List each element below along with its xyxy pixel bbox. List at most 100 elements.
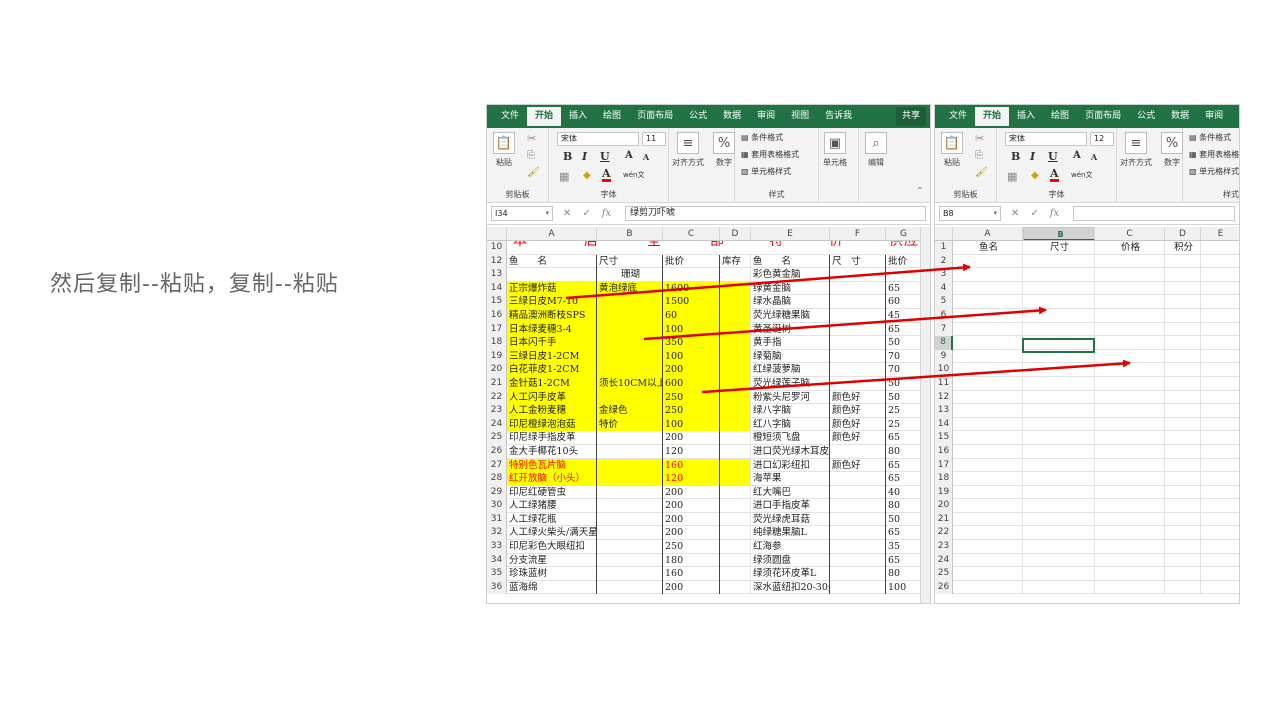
row-header[interactable]: 13 — [935, 404, 953, 418]
cell-c[interactable]: 200 — [663, 580, 720, 595]
grow-font-button[interactable]: A — [625, 150, 633, 161]
row-header[interactable]: 36 — [487, 580, 507, 595]
cell-g[interactable]: 25 — [886, 404, 922, 418]
cut-icon[interactable]: ✂ — [527, 132, 536, 145]
cell-a[interactable] — [953, 512, 1023, 527]
column-header-B[interactable]: B — [597, 227, 663, 240]
cell-c[interactable] — [1095, 485, 1165, 500]
cell-b[interactable] — [1023, 268, 1095, 282]
cell-a[interactable] — [953, 580, 1023, 595]
format-painter-icon[interactable]: 🖌 — [975, 167, 988, 178]
column-header-E[interactable]: E — [751, 227, 830, 240]
cell-a[interactable]: 鱼名 — [953, 241, 1023, 255]
cell-a[interactable] — [953, 376, 1023, 391]
cell-b[interactable] — [597, 553, 663, 568]
row-header[interactable]: 10 — [935, 363, 953, 377]
cell-a[interactable]: 白花菲皮1-2CM — [507, 363, 597, 377]
cell-b[interactable] — [1023, 390, 1095, 405]
cell-c[interactable] — [1095, 322, 1165, 337]
cell-c[interactable] — [1095, 349, 1165, 364]
tab-3[interactable]: 绘图 — [595, 107, 629, 126]
cell-d[interactable] — [1165, 499, 1201, 513]
row-header[interactable]: 35 — [487, 567, 507, 581]
selected-cell[interactable] — [1022, 338, 1095, 353]
paste-button[interactable]: 📋 粘贴 — [493, 132, 515, 168]
cell-g[interactable]: 70 — [886, 349, 922, 364]
cell-a[interactable] — [953, 295, 1023, 309]
cell-g[interactable]: 50 — [886, 390, 922, 405]
cell-c[interactable] — [1095, 254, 1165, 269]
shrink-font-button[interactable]: A — [643, 152, 649, 162]
row-header[interactable]: 18 — [935, 472, 953, 486]
row-header[interactable]: 18 — [487, 336, 507, 350]
column-header-C[interactable]: C — [663, 227, 720, 240]
cell-g[interactable]: 25 — [886, 417, 922, 432]
cell-d[interactable] — [720, 349, 751, 364]
cell-a[interactable]: 日本闪千手 — [507, 336, 597, 350]
cell-e[interactable]: 橙短须飞盘 — [751, 431, 830, 445]
cell-c[interactable]: 1600 — [663, 281, 720, 296]
cell-f[interactable] — [830, 472, 886, 486]
cell-c[interactable] — [1095, 512, 1165, 527]
column-header-A[interactable]: A — [507, 227, 597, 240]
cell-g[interactable] — [886, 268, 922, 282]
row-header[interactable]: 26 — [935, 580, 953, 595]
row-header[interactable]: 33 — [487, 540, 507, 554]
cell-b[interactable] — [1023, 281, 1095, 296]
cell-b[interactable] — [1023, 308, 1095, 323]
cell-c[interactable] — [1095, 567, 1165, 581]
cell-c[interactable] — [1095, 281, 1165, 296]
cell-b[interactable] — [597, 526, 663, 541]
column-header-A[interactable]: A — [953, 227, 1023, 240]
cell-d[interactable] — [1165, 376, 1201, 391]
cell-d[interactable] — [720, 553, 751, 568]
tab-2[interactable]: 插入 — [1009, 107, 1043, 126]
cell-g[interactable]: 50 — [886, 336, 922, 350]
cell-f[interactable] — [830, 308, 886, 323]
row-header[interactable]: 27 — [487, 458, 507, 473]
row-header[interactable]: 3 — [935, 268, 953, 282]
cell-b[interactable] — [597, 512, 663, 527]
cell-c[interactable] — [1095, 472, 1165, 486]
cell-f[interactable] — [830, 512, 886, 527]
cell-e[interactable] — [1201, 431, 1239, 445]
cell-b[interactable] — [1023, 295, 1095, 309]
tab-9[interactable]: 告诉我 — [817, 107, 860, 126]
cell-c[interactable]: 350 — [663, 336, 720, 350]
tab-5[interactable]: 公式 — [1129, 107, 1163, 126]
row-header[interactable]: 8 — [935, 336, 953, 350]
cell-c[interactable]: 200 — [663, 431, 720, 445]
cell-a[interactable]: 金针菇1-2CM — [507, 376, 597, 391]
row-header[interactable]: 15 — [935, 431, 953, 445]
cell-g[interactable]: 65 — [886, 431, 922, 445]
cell-d[interactable] — [720, 512, 751, 527]
cell-d[interactable] — [720, 499, 751, 513]
cell-b[interactable] — [1023, 417, 1095, 432]
cell-e[interactable] — [1201, 241, 1239, 255]
cell-c[interactable]: 批价 — [663, 254, 720, 269]
cell-f[interactable] — [830, 553, 886, 568]
cell-a[interactable] — [953, 390, 1023, 405]
cell-e[interactable] — [1201, 377, 1239, 391]
row-header[interactable]: 21 — [935, 512, 953, 527]
enter-icon[interactable]: ✓ — [1030, 208, 1038, 219]
fx-icon[interactable]: fx — [1050, 208, 1059, 219]
cell-b[interactable]: 须长10CM以上 — [597, 376, 663, 391]
cell-e[interactable] — [1201, 554, 1239, 568]
cell-c[interactable] — [1095, 308, 1165, 323]
cell-b[interactable]: 珊瑚 — [597, 268, 663, 282]
cell-a[interactable] — [953, 336, 1023, 350]
copy-icon[interactable]: ⎘ — [975, 150, 983, 161]
cell-b[interactable] — [597, 295, 663, 309]
sheet-grid[interactable]: 1 鱼名 尺寸 价格 积分 2 3 4 5 6 7 8 9 10 11 12 13 14 15 16 17 18 19 20 2… — [935, 241, 1239, 603]
underline-button[interactable]: U — [1048, 150, 1058, 163]
cell-b[interactable] — [597, 431, 663, 445]
cell-a[interactable]: 日本绿麦穗3-4 — [507, 322, 597, 337]
cell-b[interactable] — [597, 322, 663, 337]
cell-e[interactable]: 红八字脑 — [751, 417, 830, 432]
cell-style-button[interactable]: ▧ 单元格样式 — [1189, 166, 1239, 177]
cell-a[interactable]: 分支流星 — [507, 553, 597, 568]
row-header[interactable]: 15 — [487, 295, 507, 309]
table-format-button[interactable]: ▦ 套用表格格式 — [741, 149, 799, 160]
cell-style-button[interactable]: ▧ 单元格样式 — [741, 166, 791, 177]
